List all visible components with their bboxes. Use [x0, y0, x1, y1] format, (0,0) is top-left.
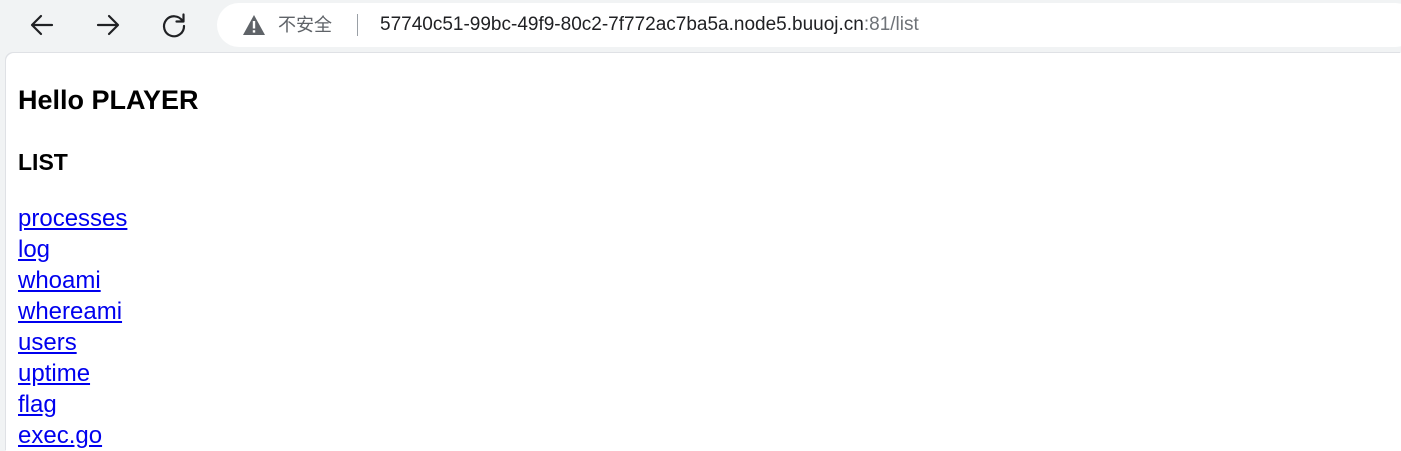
- link-log[interactable]: log: [18, 234, 127, 265]
- link-list: processes log whoami whereami users upti…: [18, 203, 127, 451]
- link-users[interactable]: users: [18, 327, 127, 358]
- address-bar[interactable]: 不安全 57740c51-99bc-49f9-80c2-7f772ac7ba5a…: [217, 3, 1401, 47]
- url-text[interactable]: 57740c51-99bc-49f9-80c2-7f772ac7ba5a.nod…: [380, 14, 919, 36]
- arrow-left-icon: [30, 14, 54, 36]
- link-whoami[interactable]: whoami: [18, 265, 127, 296]
- page-viewport: Hello PLAYER LIST processes log whoami w…: [6, 53, 1401, 451]
- reload-icon: [162, 13, 186, 38]
- link-processes[interactable]: processes: [18, 203, 127, 234]
- link-whereami[interactable]: whereami: [18, 296, 127, 327]
- browser-toolbar: 不安全 57740c51-99bc-49f9-80c2-7f772ac7ba5a…: [0, 0, 1401, 50]
- section-title: LIST: [18, 149, 68, 175]
- security-status-label[interactable]: 不安全: [278, 14, 332, 36]
- arrow-right-icon: [96, 14, 120, 36]
- link-exec-go[interactable]: exec.go: [18, 420, 127, 451]
- reload-button[interactable]: [156, 7, 192, 43]
- forward-button[interactable]: [90, 7, 126, 43]
- back-button[interactable]: [24, 7, 60, 43]
- warning-triangle-icon[interactable]: [242, 14, 266, 36]
- url-host: 57740c51-99bc-49f9-80c2-7f772ac7ba5a.nod…: [380, 14, 864, 35]
- page-greeting: Hello PLAYER: [18, 85, 199, 115]
- url-path: :81/list: [863, 14, 919, 35]
- address-separator: [357, 14, 358, 36]
- link-flag[interactable]: flag: [18, 389, 127, 420]
- link-uptime[interactable]: uptime: [18, 358, 127, 389]
